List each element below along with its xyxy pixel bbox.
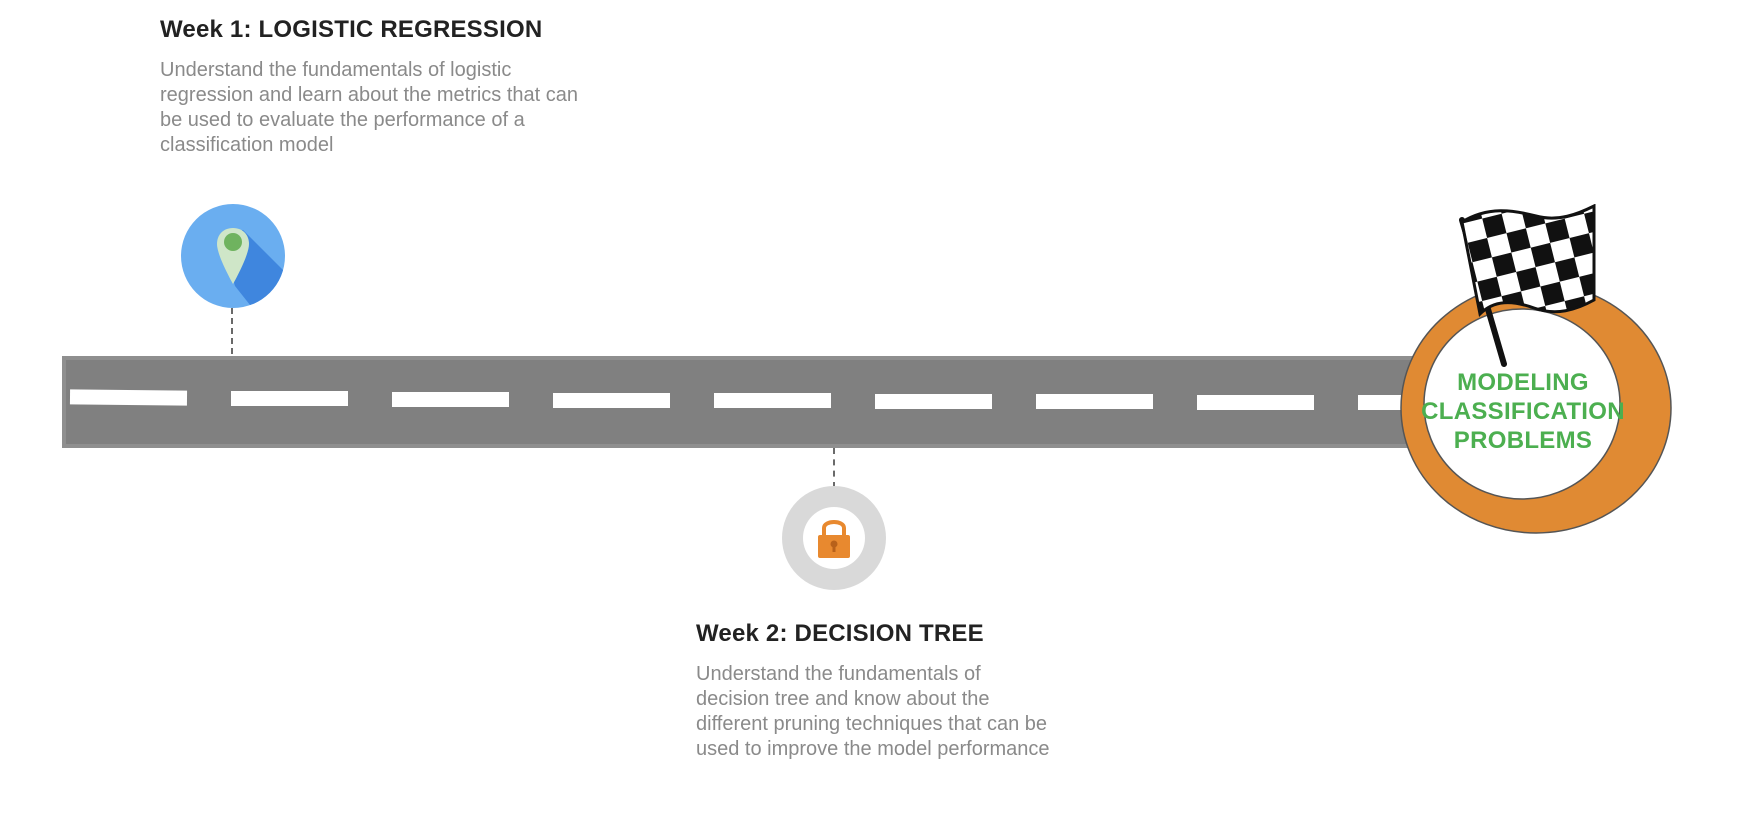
connector-line [833,448,835,488]
checkered-flag-icon [1458,203,1608,374]
milestone-description: Understand the fundamentals of logistic … [160,59,579,156]
road-dash [392,392,509,407]
destination-label-line: PROBLEMS [1453,427,1593,454]
milestone-title: Week 1: LOGISTIC REGRESSION [160,16,543,43]
road-dash [231,391,348,406]
road-dash [714,393,831,408]
road-dash [1197,395,1314,410]
road-dash [69,389,188,406]
road-dash [875,394,992,409]
connector-line [231,308,233,354]
milestone-week-1: Week 1: LOGISTIC REGRESSION Understand t… [160,16,580,158]
destination-label-line: CLASSIFICATION [1421,398,1625,425]
map-pin-icon [181,204,285,308]
destination-label-line: MODELING [1457,369,1589,396]
road-dash [553,393,670,408]
destination-label: MODELING CLASSIFICATION PROBLEMS [1418,368,1628,455]
milestone-title: Week 2: DECISION TREE [696,620,984,647]
milestone-description: Understand the fundamentals of decision … [696,663,1050,760]
milestone-week-2: Week 2: DECISION TREE Understand the fun… [696,620,1056,762]
padlock-icon [782,486,886,590]
road-dash [1036,394,1153,409]
road [62,356,1442,448]
